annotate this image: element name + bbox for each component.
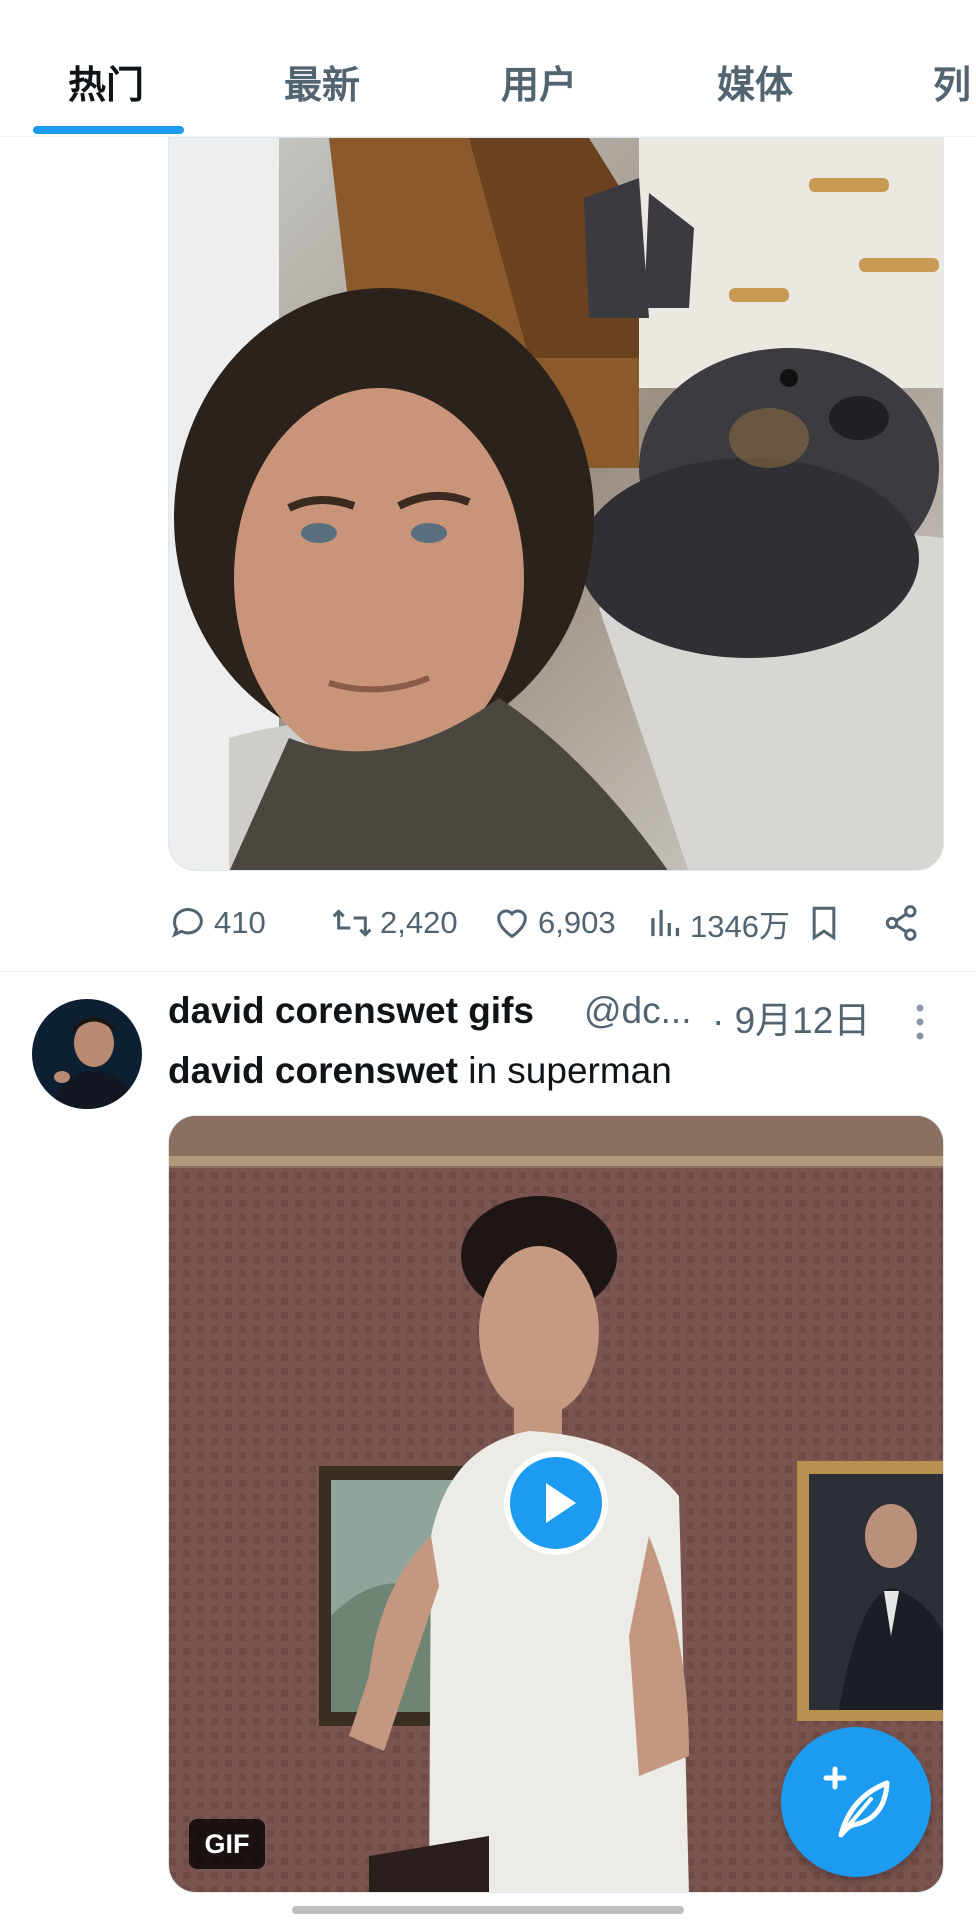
gif-badge: GIF: [189, 1819, 265, 1869]
more-options-button[interactable]: [908, 996, 932, 1046]
tab-media[interactable]: 媒体: [717, 54, 793, 109]
bookmark-icon: [812, 906, 836, 941]
author-name[interactable]: david corenswet gifs: [168, 990, 534, 1032]
compose-icon: [823, 1766, 890, 1838]
home-indicator: [292, 1906, 684, 1914]
author-handle[interactable]: @dc...: [584, 990, 691, 1032]
more-vertical-icon: [916, 1004, 924, 1040]
tab-latest[interactable]: 最新: [284, 54, 360, 109]
repost-button[interactable]: 2,420: [330, 893, 458, 953]
views-icon: [651, 909, 680, 937]
repost-count: 2,420: [380, 905, 458, 940]
post-date: · 9月12日: [712, 1000, 871, 1041]
reply-icon: [171, 908, 203, 938]
avatar-image: [32, 999, 142, 1109]
photo-illustration: [169, 138, 943, 870]
compose-button[interactable]: [781, 1727, 931, 1877]
like-count: 6,903: [538, 905, 616, 940]
like-icon: [497, 909, 527, 939]
views-button[interactable]: 1346万: [648, 893, 790, 953]
tab-hot[interactable]: 热门: [68, 54, 144, 109]
top-tab-bar: 热门 最新 用户 媒体 列: [0, 0, 976, 137]
like-button[interactable]: 6,903: [492, 893, 616, 953]
views-count: 1346万: [690, 908, 790, 944]
post-text-rest: in superman: [457, 1050, 672, 1091]
reply-button[interactable]: 410: [168, 893, 266, 953]
avatar[interactable]: [32, 999, 142, 1109]
post-divider: [0, 971, 976, 972]
post-actions: 410 2,420 6,903 1346万: [168, 893, 944, 953]
repost-icon: [332, 909, 372, 937]
bookmark-button[interactable]: [806, 893, 842, 953]
tab-users[interactable]: 用户: [501, 54, 577, 109]
active-tab-indicator: [33, 126, 184, 134]
share-icon: [885, 905, 917, 941]
share-button[interactable]: [882, 893, 922, 953]
tab-lists[interactable]: 列: [933, 54, 971, 109]
post-media-photo[interactable]: [168, 137, 944, 871]
play-button[interactable]: [504, 1451, 608, 1555]
reply-count: 410: [214, 905, 266, 940]
post-text-bold: david corenswet: [168, 1050, 458, 1091]
post-text: david corenswet in superman: [168, 1050, 672, 1092]
play-icon: [546, 1483, 576, 1523]
